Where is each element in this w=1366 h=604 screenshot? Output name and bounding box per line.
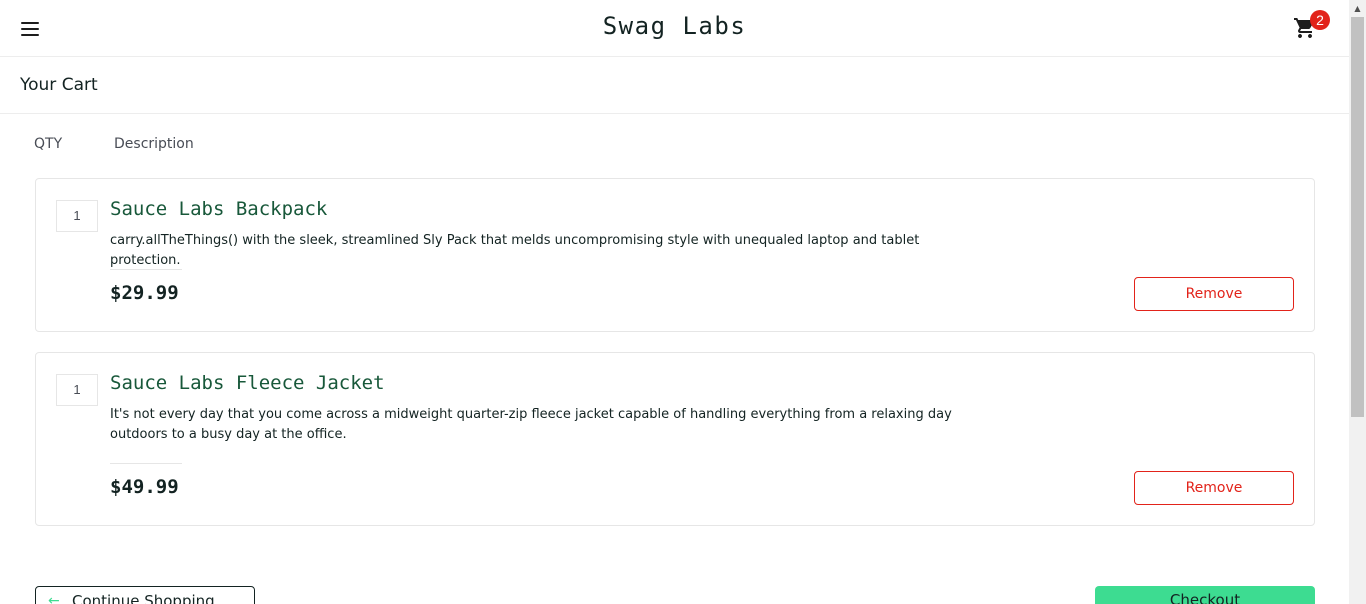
vertical-scrollbar[interactable]: ▲	[1349, 0, 1366, 604]
page-title: Your Cart	[20, 75, 98, 95]
scroll-up-arrow-icon[interactable]: ▲	[1349, 0, 1366, 17]
description-column-label: Description	[114, 136, 194, 152]
item-description: It's not every day that you come across …	[110, 407, 952, 442]
price-divider	[110, 463, 182, 464]
item-description: carry.allTheThings() with the sleek, str…	[110, 233, 920, 268]
cart-quantity: 1	[56, 374, 98, 406]
app-logo: Swag Labs	[602, 12, 747, 40]
price-divider	[110, 269, 182, 270]
cart-quantity: 1	[56, 200, 98, 232]
remove-button[interactable]: Remove	[1134, 471, 1294, 505]
cart-item: 1 Sauce Labs Backpack carry.allTheThings…	[35, 178, 1315, 332]
item-name-link[interactable]: Sauce Labs Fleece Jacket	[110, 372, 385, 394]
item-name-link[interactable]: Sauce Labs Backpack	[110, 198, 327, 220]
qty-column-label: QTY	[34, 136, 63, 152]
continue-shopping-button[interactable]: ← Continue Shopping	[35, 586, 255, 604]
scroll-thumb[interactable]	[1351, 17, 1364, 417]
secondary-header: Your Cart	[0, 57, 1349, 114]
arrow-left-icon: ←	[48, 593, 60, 604]
checkout-button[interactable]: Checkout	[1095, 586, 1315, 604]
cart-column-labels: QTY Description	[0, 136, 1349, 156]
item-price: $49.99	[110, 476, 179, 498]
primary-header: Swag Labs 2	[0, 0, 1349, 57]
item-price: $29.99	[110, 282, 179, 304]
cart-item: 1 Sauce Labs Fleece Jacket It's not ever…	[35, 352, 1315, 526]
remove-button[interactable]: Remove	[1134, 277, 1294, 311]
continue-shopping-label: Continue Shopping	[72, 592, 215, 604]
page: Swag Labs 2 Your Cart QTY Description 1 …	[0, 0, 1349, 604]
cart-badge: 2	[1310, 10, 1330, 30]
